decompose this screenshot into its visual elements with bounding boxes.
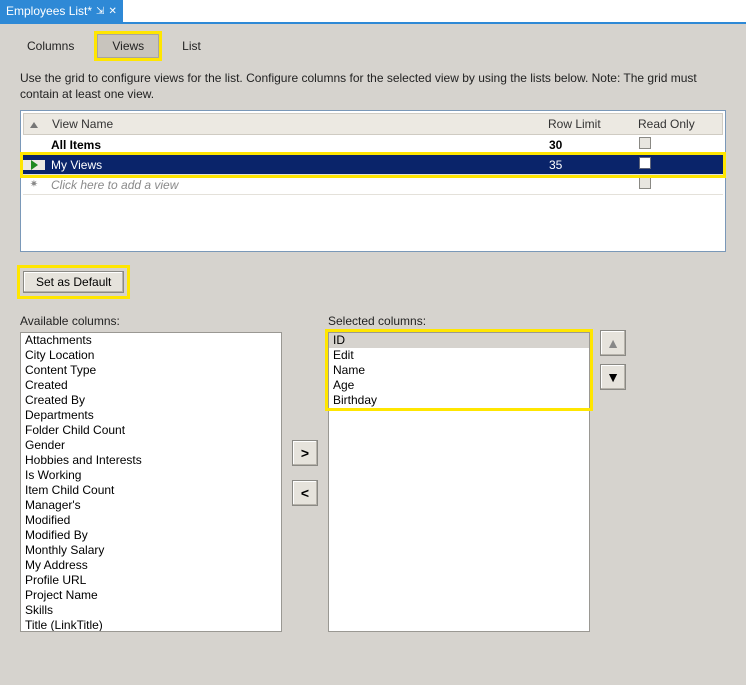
cell-readonly[interactable]: [633, 157, 723, 172]
available-panel: Available columns: AttachmentsCity Locat…: [20, 314, 282, 632]
col-header-readonly[interactable]: Read Only: [632, 117, 722, 131]
tab-views[interactable]: Views: [97, 34, 159, 58]
available-label: Available columns:: [20, 314, 282, 328]
add-view-placeholder[interactable]: Click here to add a view: [45, 178, 543, 192]
document-tab[interactable]: Employees List* ⇲ ✕: [0, 0, 123, 22]
subtab-bar: Columns Views List: [0, 24, 746, 58]
set-default-wrap: Set as Default: [20, 268, 127, 296]
tab-columns[interactable]: Columns: [12, 34, 89, 58]
views-grid: View Name Row Limit Read Only All Items …: [20, 110, 726, 252]
list-item[interactable]: Created By: [21, 393, 281, 408]
new-row-icon: ✷: [23, 179, 45, 190]
description-text: Use the grid to configure views for the …: [0, 58, 746, 110]
list-item[interactable]: Edit: [329, 348, 589, 363]
table-row[interactable]: All Items 30: [23, 135, 723, 155]
table-row-add[interactable]: ✷ Click here to add a view: [23, 175, 723, 195]
set-default-button[interactable]: Set as Default: [23, 271, 124, 293]
selected-label: Selected columns:: [328, 314, 590, 328]
list-item[interactable]: Skills: [21, 603, 281, 618]
list-item[interactable]: Folder Child Count: [21, 423, 281, 438]
selected-panel: Selected columns: IDEditNameAgeBirthday: [328, 314, 590, 632]
list-item[interactable]: Birthday: [329, 393, 589, 408]
list-item[interactable]: My Address: [21, 558, 281, 573]
row-indicator: [23, 160, 45, 170]
checkbox-icon[interactable]: [639, 137, 651, 149]
checkbox-icon[interactable]: [639, 177, 651, 189]
list-item[interactable]: Modified By: [21, 528, 281, 543]
move-right-button[interactable]: >: [292, 440, 318, 466]
move-left-button[interactable]: <: [292, 480, 318, 506]
grid-empty-space: [23, 195, 723, 249]
document-title: Employees List*: [6, 4, 92, 18]
close-icon[interactable]: ✕: [108, 6, 116, 17]
list-item[interactable]: Project Name: [21, 588, 281, 603]
move-down-button[interactable]: ▼: [600, 364, 626, 390]
list-item[interactable]: Content Type: [21, 363, 281, 378]
columns-area: Available columns: AttachmentsCity Locat…: [0, 296, 746, 632]
list-item[interactable]: Hobbies and Interests: [21, 453, 281, 468]
cell-name[interactable]: All Items: [45, 138, 543, 152]
list-item[interactable]: Attachments: [21, 333, 281, 348]
tab-list[interactable]: List: [167, 34, 216, 58]
list-item[interactable]: Is Working: [21, 468, 281, 483]
sort-indicator-icon[interactable]: [24, 117, 46, 131]
list-item[interactable]: Item Child Count: [21, 483, 281, 498]
cell-readonly[interactable]: [633, 137, 723, 152]
available-listbox[interactable]: AttachmentsCity LocationContent TypeCrea…: [20, 332, 282, 632]
list-item[interactable]: Title (LinkTitle): [21, 618, 281, 632]
grid-header: View Name Row Limit Read Only: [23, 113, 723, 135]
cell-readonly[interactable]: [633, 177, 723, 192]
list-item[interactable]: Departments: [21, 408, 281, 423]
table-row[interactable]: My Views 35: [23, 155, 723, 175]
list-item[interactable]: City Location: [21, 348, 281, 363]
content-area: Columns Views List Use the grid to confi…: [0, 24, 746, 685]
cell-name[interactable]: My Views: [45, 158, 543, 172]
list-item[interactable]: Modified: [21, 513, 281, 528]
list-item[interactable]: Manager's: [21, 498, 281, 513]
list-item[interactable]: Profile URL: [21, 573, 281, 588]
cell-rowlimit[interactable]: 35: [543, 158, 633, 172]
list-item[interactable]: Gender: [21, 438, 281, 453]
list-item[interactable]: Age: [329, 378, 589, 393]
selected-listbox[interactable]: IDEditNameAgeBirthday: [328, 332, 590, 632]
checkbox-icon[interactable]: [639, 157, 651, 169]
cell-rowlimit[interactable]: 30: [543, 138, 633, 152]
move-buttons: > <: [292, 314, 318, 506]
list-item[interactable]: Monthly Salary: [21, 543, 281, 558]
list-item[interactable]: Created: [21, 378, 281, 393]
reorder-buttons: ▲ ▼: [600, 314, 626, 390]
list-item[interactable]: ID: [329, 333, 589, 348]
col-header-rowlimit[interactable]: Row Limit: [542, 117, 632, 131]
col-header-name[interactable]: View Name: [46, 117, 542, 131]
document-tab-bar: Employees List* ⇲ ✕: [0, 0, 746, 22]
play-icon: [31, 160, 38, 170]
move-up-button[interactable]: ▲: [600, 330, 626, 356]
list-item[interactable]: Name: [329, 363, 589, 378]
pin-icon[interactable]: ⇲: [96, 6, 104, 17]
